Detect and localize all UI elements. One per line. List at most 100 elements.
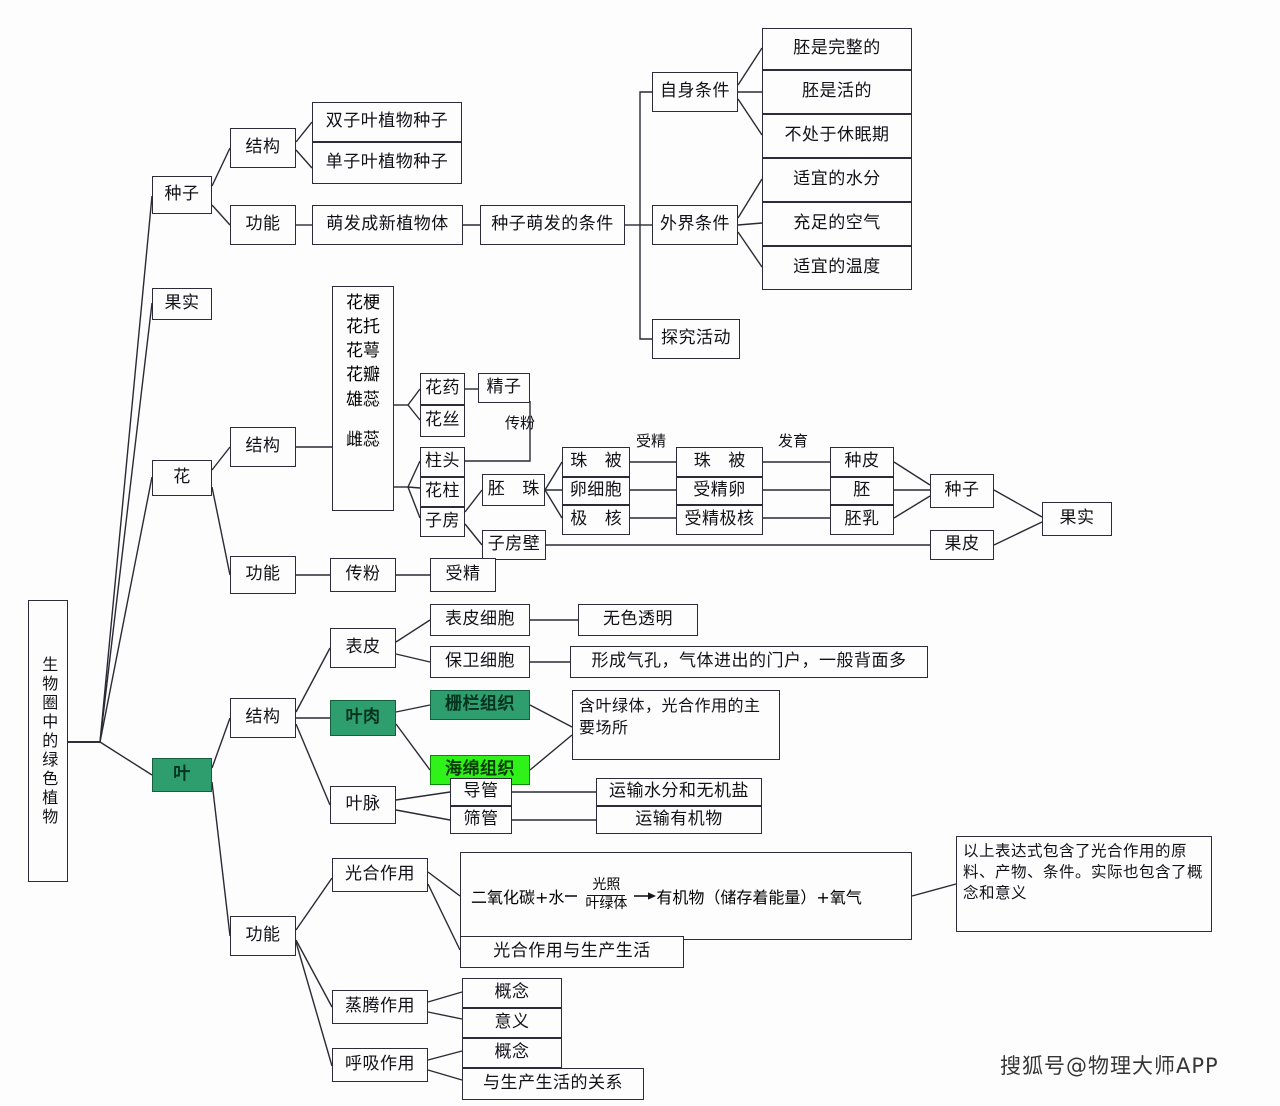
- anther[interactable]: 花药: [420, 373, 465, 405]
- filament[interactable]: 花丝: [420, 405, 465, 437]
- condition-embryo-intact[interactable]: 胚是完整的: [762, 28, 912, 70]
- after-fert-zygote[interactable]: 受精卵: [676, 477, 763, 505]
- flower-function-fertilization[interactable]: 受精: [430, 558, 496, 592]
- transport-water[interactable]: 运输水分和无机盐: [596, 778, 762, 806]
- ovary-label: 子房: [425, 511, 460, 532]
- mesophyll[interactable]: 叶肉: [330, 700, 396, 736]
- inquiry-activity[interactable]: 探究活动: [652, 319, 740, 359]
- photosynthesis-equation[interactable]: 二氧化碳+水 光照 叶绿体 有机物（储存着能量）+氧气: [460, 852, 912, 940]
- phloem-tube[interactable]: 筛管: [450, 806, 512, 834]
- photosynthesis[interactable]: 光合作用: [332, 858, 428, 892]
- developed-embryo[interactable]: 胚: [830, 477, 894, 505]
- condition-not-dormant-label: 不处于休眠期: [784, 125, 890, 146]
- transport-organic-label: 运输有机物: [635, 809, 723, 830]
- epidermis[interactable]: 表皮: [330, 628, 396, 668]
- sperm[interactable]: 精子: [478, 373, 530, 403]
- equation-condition-light: 光照: [587, 877, 626, 896]
- monocot-seed[interactable]: 单子叶植物种子: [312, 142, 462, 184]
- seed-function-label: 功能: [245, 214, 281, 235]
- stigma[interactable]: 柱头: [420, 447, 465, 477]
- photosynthesis-and-life-label: 光合作用与生产生活: [493, 941, 651, 962]
- monocot-seed-label: 单子叶植物种子: [325, 152, 449, 173]
- mesophyll-description-label: 含叶绿体，光合作用的主要场所: [579, 696, 761, 737]
- guard-cell[interactable]: 保卫细胞: [430, 646, 530, 678]
- pericarp-label: 果皮: [944, 534, 980, 555]
- equation-note[interactable]: 以上表达式包含了光合作用的原料、产物、条件。实际也包含了概念和意义: [956, 836, 1212, 932]
- xylem-vessel[interactable]: 导管: [450, 778, 512, 806]
- ovule-part-integument[interactable]: 珠 被: [562, 447, 630, 477]
- respiration-relation-to-life[interactable]: 与生产生活的关系: [462, 1068, 644, 1100]
- dicot-seed[interactable]: 双子叶植物种子: [312, 102, 462, 142]
- transpiration-significance[interactable]: 意义: [462, 1008, 562, 1038]
- condition-suitable-water[interactable]: 适宜的水分: [762, 158, 912, 202]
- ovule[interactable]: 胚 珠: [482, 474, 545, 506]
- flower-structure[interactable]: 结构: [230, 427, 296, 467]
- developed-endosperm[interactable]: 胚乳: [830, 505, 894, 535]
- after-fert-0-label: 珠 被: [693, 451, 752, 472]
- photosynthesis-and-life[interactable]: 光合作用与生产生活: [460, 936, 684, 968]
- ovary-wall[interactable]: 子房壁: [482, 530, 546, 560]
- colorless-transparent[interactable]: 无色透明: [578, 604, 698, 636]
- spongy-tissue-label: 海绵组织: [445, 759, 515, 780]
- leaf-function[interactable]: 功能: [230, 916, 296, 956]
- germination-conditions[interactable]: 种子萌发的条件: [480, 205, 625, 245]
- guard-cell-description[interactable]: 形成气孔，气体进出的门户，一般背面多: [570, 646, 928, 678]
- flower-function-label: 功能: [245, 564, 281, 585]
- developed-seed-coat[interactable]: 种皮: [830, 447, 894, 477]
- branch-flower[interactable]: 花: [152, 460, 212, 496]
- root-node[interactable]: 生物圈中的绿色植物: [28, 600, 68, 882]
- germinate-into-plant[interactable]: 萌发成新植物体: [312, 205, 463, 245]
- seed-result[interactable]: 种子: [930, 474, 994, 508]
- pericarp[interactable]: 果皮: [930, 530, 994, 560]
- flower-function-pollination[interactable]: 传粉: [330, 558, 396, 592]
- style[interactable]: 花柱: [420, 477, 465, 507]
- respiration-concept[interactable]: 概念: [462, 1038, 562, 1068]
- transport-organic[interactable]: 运输有机物: [596, 806, 762, 834]
- seed-structure[interactable]: 结构: [230, 128, 296, 168]
- guard-cell-label: 保卫细胞: [445, 651, 515, 672]
- palisade-tissue[interactable]: 栅栏组织: [430, 690, 530, 720]
- equation-condition-chloroplast: 叶绿体: [585, 895, 628, 912]
- ovule-part-egg-cell[interactable]: 卵细胞: [562, 477, 630, 505]
- leaf-structure[interactable]: 结构: [230, 698, 296, 738]
- flower-part-2: 花萼: [346, 341, 380, 362]
- mesophyll-description[interactable]: 含叶绿体，光合作用的主要场所: [572, 690, 780, 760]
- condition-not-dormant[interactable]: 不处于休眠期: [762, 114, 912, 158]
- respiration-label: 呼吸作用: [345, 1054, 415, 1075]
- condition-sufficient-air[interactable]: 充足的空气: [762, 202, 912, 246]
- flower-function[interactable]: 功能: [230, 556, 296, 594]
- ovary-wall-label: 子房壁: [487, 534, 541, 555]
- transpiration-concept[interactable]: 概念: [462, 978, 562, 1008]
- flower-parts-box[interactable]: 花梗 花托 花萼 花瓣 雄蕊 雌蕊: [332, 286, 394, 511]
- fruit-result-label: 果实: [1059, 508, 1095, 529]
- germinate-into-plant-label: 萌发成新植物体: [326, 214, 449, 235]
- fruit-result[interactable]: 果实: [1042, 502, 1112, 536]
- palisade-tissue-label: 栅栏组织: [445, 694, 515, 715]
- flower-function-pollination-label: 传粉: [345, 564, 381, 585]
- branch-leaf[interactable]: 叶: [152, 758, 212, 792]
- external-conditions[interactable]: 外界条件: [652, 205, 738, 245]
- equation-products: 有机物（储存着能量）+氧气: [656, 888, 862, 907]
- ovule-part-polar-nuclei[interactable]: 极 核: [562, 505, 630, 535]
- respiration-relation-to-life-label: 与生产生活的关系: [483, 1073, 623, 1094]
- after-fert-endosperm-nucleus[interactable]: 受精极核: [676, 505, 763, 535]
- flower-part-1: 花托: [346, 317, 380, 338]
- condition-suitable-temperature[interactable]: 适宜的温度: [762, 246, 912, 290]
- after-fert-1-label: 受精卵: [693, 480, 746, 501]
- self-conditions[interactable]: 自身条件: [652, 72, 738, 112]
- branch-fruit[interactable]: 果实: [152, 288, 212, 320]
- epidermal-cell[interactable]: 表皮细胞: [430, 604, 530, 636]
- phloem-tube-label: 筛管: [463, 809, 499, 830]
- leaf-veins[interactable]: 叶脉: [330, 786, 396, 824]
- xylem-vessel-label: 导管: [463, 781, 499, 802]
- style-label: 花柱: [425, 481, 460, 502]
- branch-seed[interactable]: 种子: [152, 176, 212, 214]
- condition-embryo-alive[interactable]: 胚是活的: [762, 70, 912, 114]
- ovary[interactable]: 子房: [420, 507, 465, 537]
- respiration[interactable]: 呼吸作用: [332, 1048, 428, 1082]
- leaf-function-label: 功能: [245, 925, 281, 946]
- flower-function-fertilization-label: 受精: [445, 564, 481, 585]
- seed-function[interactable]: 功能: [230, 205, 296, 245]
- after-fert-integument[interactable]: 珠 被: [676, 447, 763, 477]
- transpiration[interactable]: 蒸腾作用: [332, 990, 428, 1024]
